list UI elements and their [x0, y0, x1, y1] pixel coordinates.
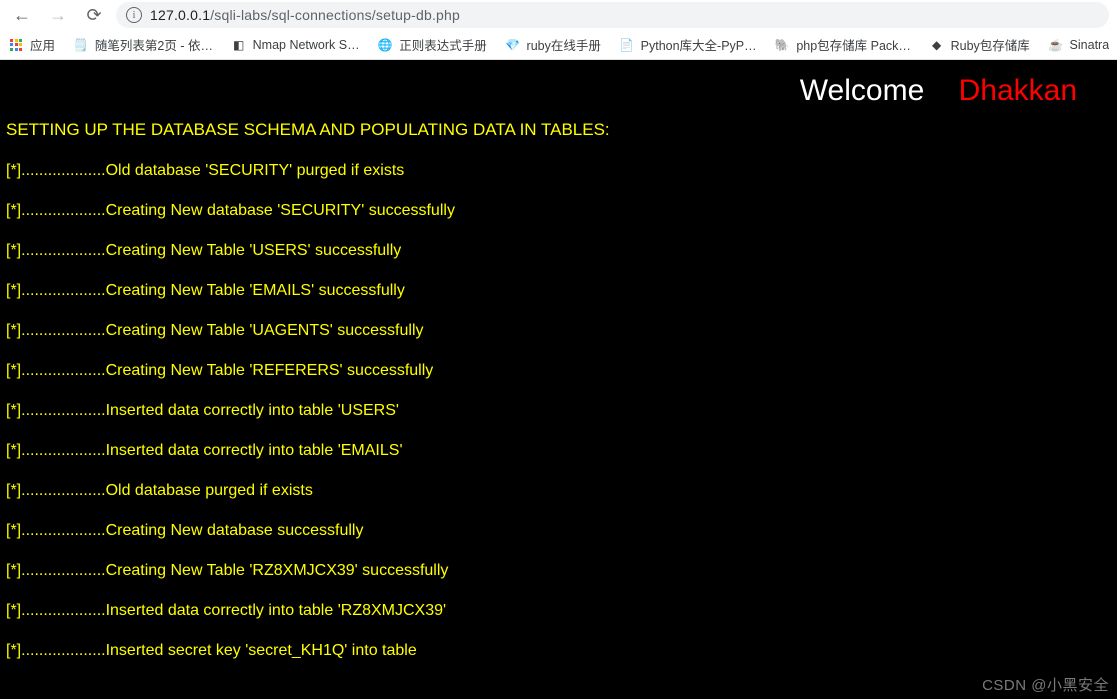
bookmark-icon: ☕: [1048, 37, 1064, 53]
site-info-icon[interactable]: i: [126, 7, 142, 23]
log-line-8: [*]...................Old database purge…: [6, 482, 1111, 500]
bookmark-label: 随笔列表第2页 - 依…: [95, 35, 213, 54]
log-line-5: [*]...................Creating New Table…: [6, 362, 1111, 380]
log-line-7: [*]...................Inserted data corr…: [6, 442, 1111, 460]
dhakkan-text: Dhakkan: [959, 74, 1077, 107]
bookmark-item-3[interactable]: 💎 ruby在线手册: [505, 35, 601, 54]
bookmark-item-5[interactable]: 🐘 php包存储库 Pack…: [774, 35, 910, 54]
bookmark-icon: ◆: [929, 37, 945, 53]
bookmark-icon: 💎: [505, 37, 521, 53]
bookmark-icon: 🐘: [774, 37, 790, 53]
bookmark-label: 正则表达式手册: [399, 35, 486, 54]
setup-log: [*]...................Old database 'SECU…: [6, 162, 1111, 660]
apps-icon: [8, 37, 24, 53]
page-body: Welcome Dhakkan SETTING UP THE DATABASE …: [0, 60, 1117, 699]
bookmark-icon: 🗒️: [73, 37, 89, 53]
browser-toolbar: ← → ⟳ i 127.0.0.1/sqli-labs/sql-connecti…: [0, 0, 1117, 30]
bookmark-label: Sinatra: [1070, 38, 1109, 52]
log-line-4: [*]...................Creating New Table…: [6, 322, 1111, 340]
back-button[interactable]: ←: [8, 1, 36, 29]
bookmark-label: php包存储库 Pack…: [796, 35, 910, 54]
bookmark-label: Ruby包存储库: [951, 35, 1030, 54]
log-line-0: [*]...................Old database 'SECU…: [6, 162, 1111, 180]
log-line-10: [*]...................Creating New Table…: [6, 562, 1111, 580]
bookmark-icon: 🌐: [377, 37, 393, 53]
welcome-banner: Welcome Dhakkan: [800, 74, 1077, 108]
url-text: 127.0.0.1/sqli-labs/sql-connections/setu…: [150, 7, 460, 23]
apps-shortcut[interactable]: 应用: [8, 35, 55, 54]
bookmark-item-1[interactable]: ◧ Nmap Network S…: [231, 37, 360, 53]
bookmark-icon: ◧: [231, 37, 247, 53]
log-line-3: [*]...................Creating New Table…: [6, 282, 1111, 300]
welcome-text: Welcome: [800, 74, 924, 107]
bookmark-item-4[interactable]: 📄 Python库大全-PyP…: [619, 35, 757, 54]
bookmark-item-7[interactable]: ☕ Sinatra: [1048, 37, 1109, 53]
apps-label: 应用: [30, 35, 55, 54]
watermark: CSDN @小黑安全: [982, 674, 1109, 695]
log-line-12: [*]...................Inserted secret ke…: [6, 642, 1111, 660]
log-line-9: [*]...................Creating New datab…: [6, 522, 1111, 540]
log-line-6: [*]...................Inserted data corr…: [6, 402, 1111, 420]
bookmark-item-6[interactable]: ◆ Ruby包存储库: [929, 35, 1030, 54]
log-line-1: [*]...................Creating New datab…: [6, 202, 1111, 220]
forward-button[interactable]: →: [44, 1, 72, 29]
log-line-2: [*]...................Creating New Table…: [6, 242, 1111, 260]
bookmark-item-2[interactable]: 🌐 正则表达式手册: [377, 35, 486, 54]
bookmark-label: Python库大全-PyP…: [641, 35, 757, 54]
log-line-11: [*]...................Inserted data corr…: [6, 602, 1111, 620]
bookmark-label: ruby在线手册: [527, 35, 601, 54]
reload-button[interactable]: ⟳: [80, 1, 108, 29]
setup-heading: SETTING UP THE DATABASE SCHEMA AND POPUL…: [6, 120, 1111, 140]
url-bar[interactable]: i 127.0.0.1/sqli-labs/sql-connections/se…: [116, 2, 1109, 28]
bookmark-icon: 📄: [619, 37, 635, 53]
bookmark-bar: 应用 🗒️ 随笔列表第2页 - 依… ◧ Nmap Network S… 🌐 正则表达式手…: [0, 30, 1117, 60]
bookmark-label: Nmap Network S…: [253, 38, 360, 52]
bookmark-item-0[interactable]: 🗒️ 随笔列表第2页 - 依…: [73, 35, 213, 54]
